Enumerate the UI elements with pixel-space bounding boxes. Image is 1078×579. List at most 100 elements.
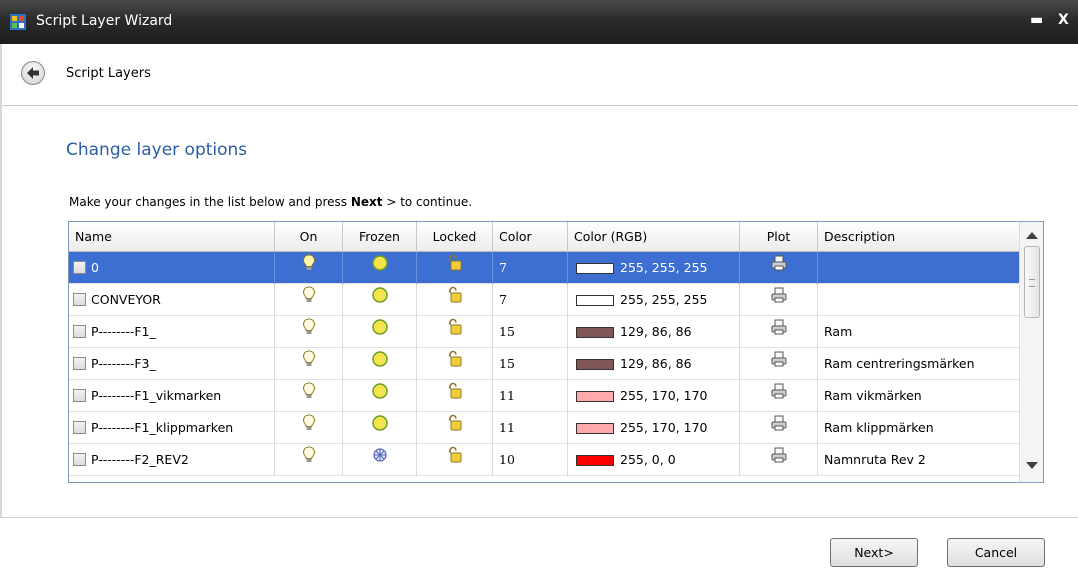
cell-plot[interactable]: [740, 316, 818, 348]
cell-color-rgb[interactable]: 255, 170, 170: [568, 380, 740, 412]
table-row[interactable]: P--------F1_vikmarken 11 255, 170, 170 R…: [69, 380, 1019, 412]
cell-description[interactable]: Ram vikmärken: [818, 380, 1019, 412]
row-checkbox[interactable]: [73, 453, 86, 466]
cell-frozen[interactable]: [343, 284, 417, 316]
cell-description[interactable]: Ram: [818, 316, 1019, 348]
printer-icon[interactable]: [770, 284, 788, 316]
lightbulb-on-icon[interactable]: [302, 444, 316, 476]
lock-open-icon[interactable]: [446, 316, 464, 348]
cell-color-rgb[interactable]: 255, 0, 0: [568, 444, 740, 476]
column-header-description[interactable]: Description: [818, 222, 1019, 252]
minimize-button[interactable]: ▬: [1030, 12, 1043, 28]
cell-frozen[interactable]: [343, 348, 417, 380]
cell-color-rgb[interactable]: 255, 255, 255: [568, 284, 740, 316]
lock-open-icon[interactable]: [446, 284, 464, 316]
printer-icon[interactable]: [770, 412, 788, 444]
sun-thawed-icon[interactable]: [371, 316, 389, 348]
scroll-thumb[interactable]: [1024, 246, 1040, 318]
cell-locked[interactable]: [417, 348, 493, 380]
cell-color-index[interactable]: 7: [493, 284, 568, 316]
printer-icon[interactable]: [770, 252, 788, 284]
lock-open-icon[interactable]: [446, 412, 464, 444]
cell-description[interactable]: Ram centreringsmärken: [818, 348, 1019, 380]
table-row[interactable]: CONVEYOR 7 255, 255, 255: [69, 284, 1019, 316]
snowflake-frozen-icon[interactable]: [371, 444, 389, 476]
lightbulb-on-icon[interactable]: [302, 412, 316, 444]
sun-thawed-icon[interactable]: [371, 252, 389, 284]
column-header-frozen[interactable]: Frozen: [343, 222, 417, 252]
sun-thawed-icon[interactable]: [371, 284, 389, 316]
cell-color-rgb[interactable]: 255, 255, 255: [568, 252, 740, 284]
cell-color-rgb[interactable]: 255, 170, 170: [568, 412, 740, 444]
row-checkbox[interactable]: [73, 421, 86, 434]
cell-on[interactable]: [275, 444, 343, 476]
cell-color-rgb[interactable]: 129, 86, 86: [568, 348, 740, 380]
lightbulb-on-icon[interactable]: [302, 380, 316, 412]
column-header-plot[interactable]: Plot: [740, 222, 818, 252]
column-header-color-rgb[interactable]: Color (RGB): [568, 222, 740, 252]
cell-plot[interactable]: [740, 412, 818, 444]
cell-on[interactable]: [275, 348, 343, 380]
lock-open-icon[interactable]: [446, 348, 464, 380]
table-row[interactable]: P--------F1_klippmarken 11 255, 170, 170…: [69, 412, 1019, 444]
cell-locked[interactable]: [417, 380, 493, 412]
cell-plot[interactable]: [740, 380, 818, 412]
lightbulb-on-icon[interactable]: [302, 316, 316, 348]
back-button[interactable]: [21, 61, 45, 85]
cell-locked[interactable]: [417, 252, 493, 284]
row-checkbox[interactable]: [73, 389, 86, 402]
lock-open-icon[interactable]: [446, 380, 464, 412]
table-row[interactable]: P--------F2_REV2 10 255, 0, 0 Namnruta R…: [69, 444, 1019, 476]
row-checkbox[interactable]: [73, 325, 86, 338]
cell-name[interactable]: P--------F3_: [69, 348, 275, 380]
row-checkbox[interactable]: [73, 293, 86, 306]
cell-name[interactable]: CONVEYOR: [69, 284, 275, 316]
cell-on[interactable]: [275, 252, 343, 284]
layer-grid[interactable]: Name On Frozen Locked Color Color (RGB) …: [68, 221, 1044, 483]
cell-color-index[interactable]: 11: [493, 412, 568, 444]
printer-icon[interactable]: [770, 316, 788, 348]
cell-description[interactable]: [818, 252, 1019, 284]
cell-color-index[interactable]: 15: [493, 348, 568, 380]
printer-icon[interactable]: [770, 444, 788, 476]
cell-name[interactable]: 0: [69, 252, 275, 284]
cell-frozen[interactable]: [343, 412, 417, 444]
lightbulb-on-icon[interactable]: [302, 252, 316, 284]
column-header-locked[interactable]: Locked: [417, 222, 493, 252]
cell-description[interactable]: [818, 284, 1019, 316]
sun-thawed-icon[interactable]: [371, 348, 389, 380]
scroll-down-icon[interactable]: [1026, 462, 1038, 469]
row-checkbox[interactable]: [73, 261, 86, 274]
lock-open-icon[interactable]: [446, 444, 464, 476]
cell-name[interactable]: P--------F1_: [69, 316, 275, 348]
cell-locked[interactable]: [417, 444, 493, 476]
cell-plot[interactable]: [740, 444, 818, 476]
lightbulb-on-icon[interactable]: [302, 284, 316, 316]
cell-color-rgb[interactable]: 129, 86, 86: [568, 316, 740, 348]
cell-name[interactable]: P--------F1_vikmarken: [69, 380, 275, 412]
cancel-button[interactable]: Cancel: [947, 538, 1045, 567]
cell-frozen[interactable]: [343, 380, 417, 412]
cell-frozen[interactable]: [343, 252, 417, 284]
next-button[interactable]: Next>: [830, 538, 918, 567]
column-header-name[interactable]: Name: [69, 222, 275, 252]
cell-description[interactable]: Namnruta Rev 2: [818, 444, 1019, 476]
cell-description[interactable]: Ram klippmärken: [818, 412, 1019, 444]
column-header-on[interactable]: On: [275, 222, 343, 252]
close-button[interactable]: X: [1058, 12, 1069, 28]
printer-icon[interactable]: [770, 348, 788, 380]
cell-locked[interactable]: [417, 316, 493, 348]
table-row[interactable]: P--------F1_ 15 129, 86, 86 Ram: [69, 316, 1019, 348]
cell-locked[interactable]: [417, 284, 493, 316]
cell-on[interactable]: [275, 380, 343, 412]
column-header-color[interactable]: Color: [493, 222, 568, 252]
scroll-up-icon[interactable]: [1026, 232, 1038, 239]
cell-frozen[interactable]: [343, 316, 417, 348]
cell-color-index[interactable]: 7: [493, 252, 568, 284]
table-row[interactable]: P--------F3_ 15 129, 86, 86 Ram centreri…: [69, 348, 1019, 380]
row-checkbox[interactable]: [73, 357, 86, 370]
cell-color-index[interactable]: 10: [493, 444, 568, 476]
cell-plot[interactable]: [740, 252, 818, 284]
cell-name[interactable]: P--------F1_klippmarken: [69, 412, 275, 444]
cell-on[interactable]: [275, 284, 343, 316]
